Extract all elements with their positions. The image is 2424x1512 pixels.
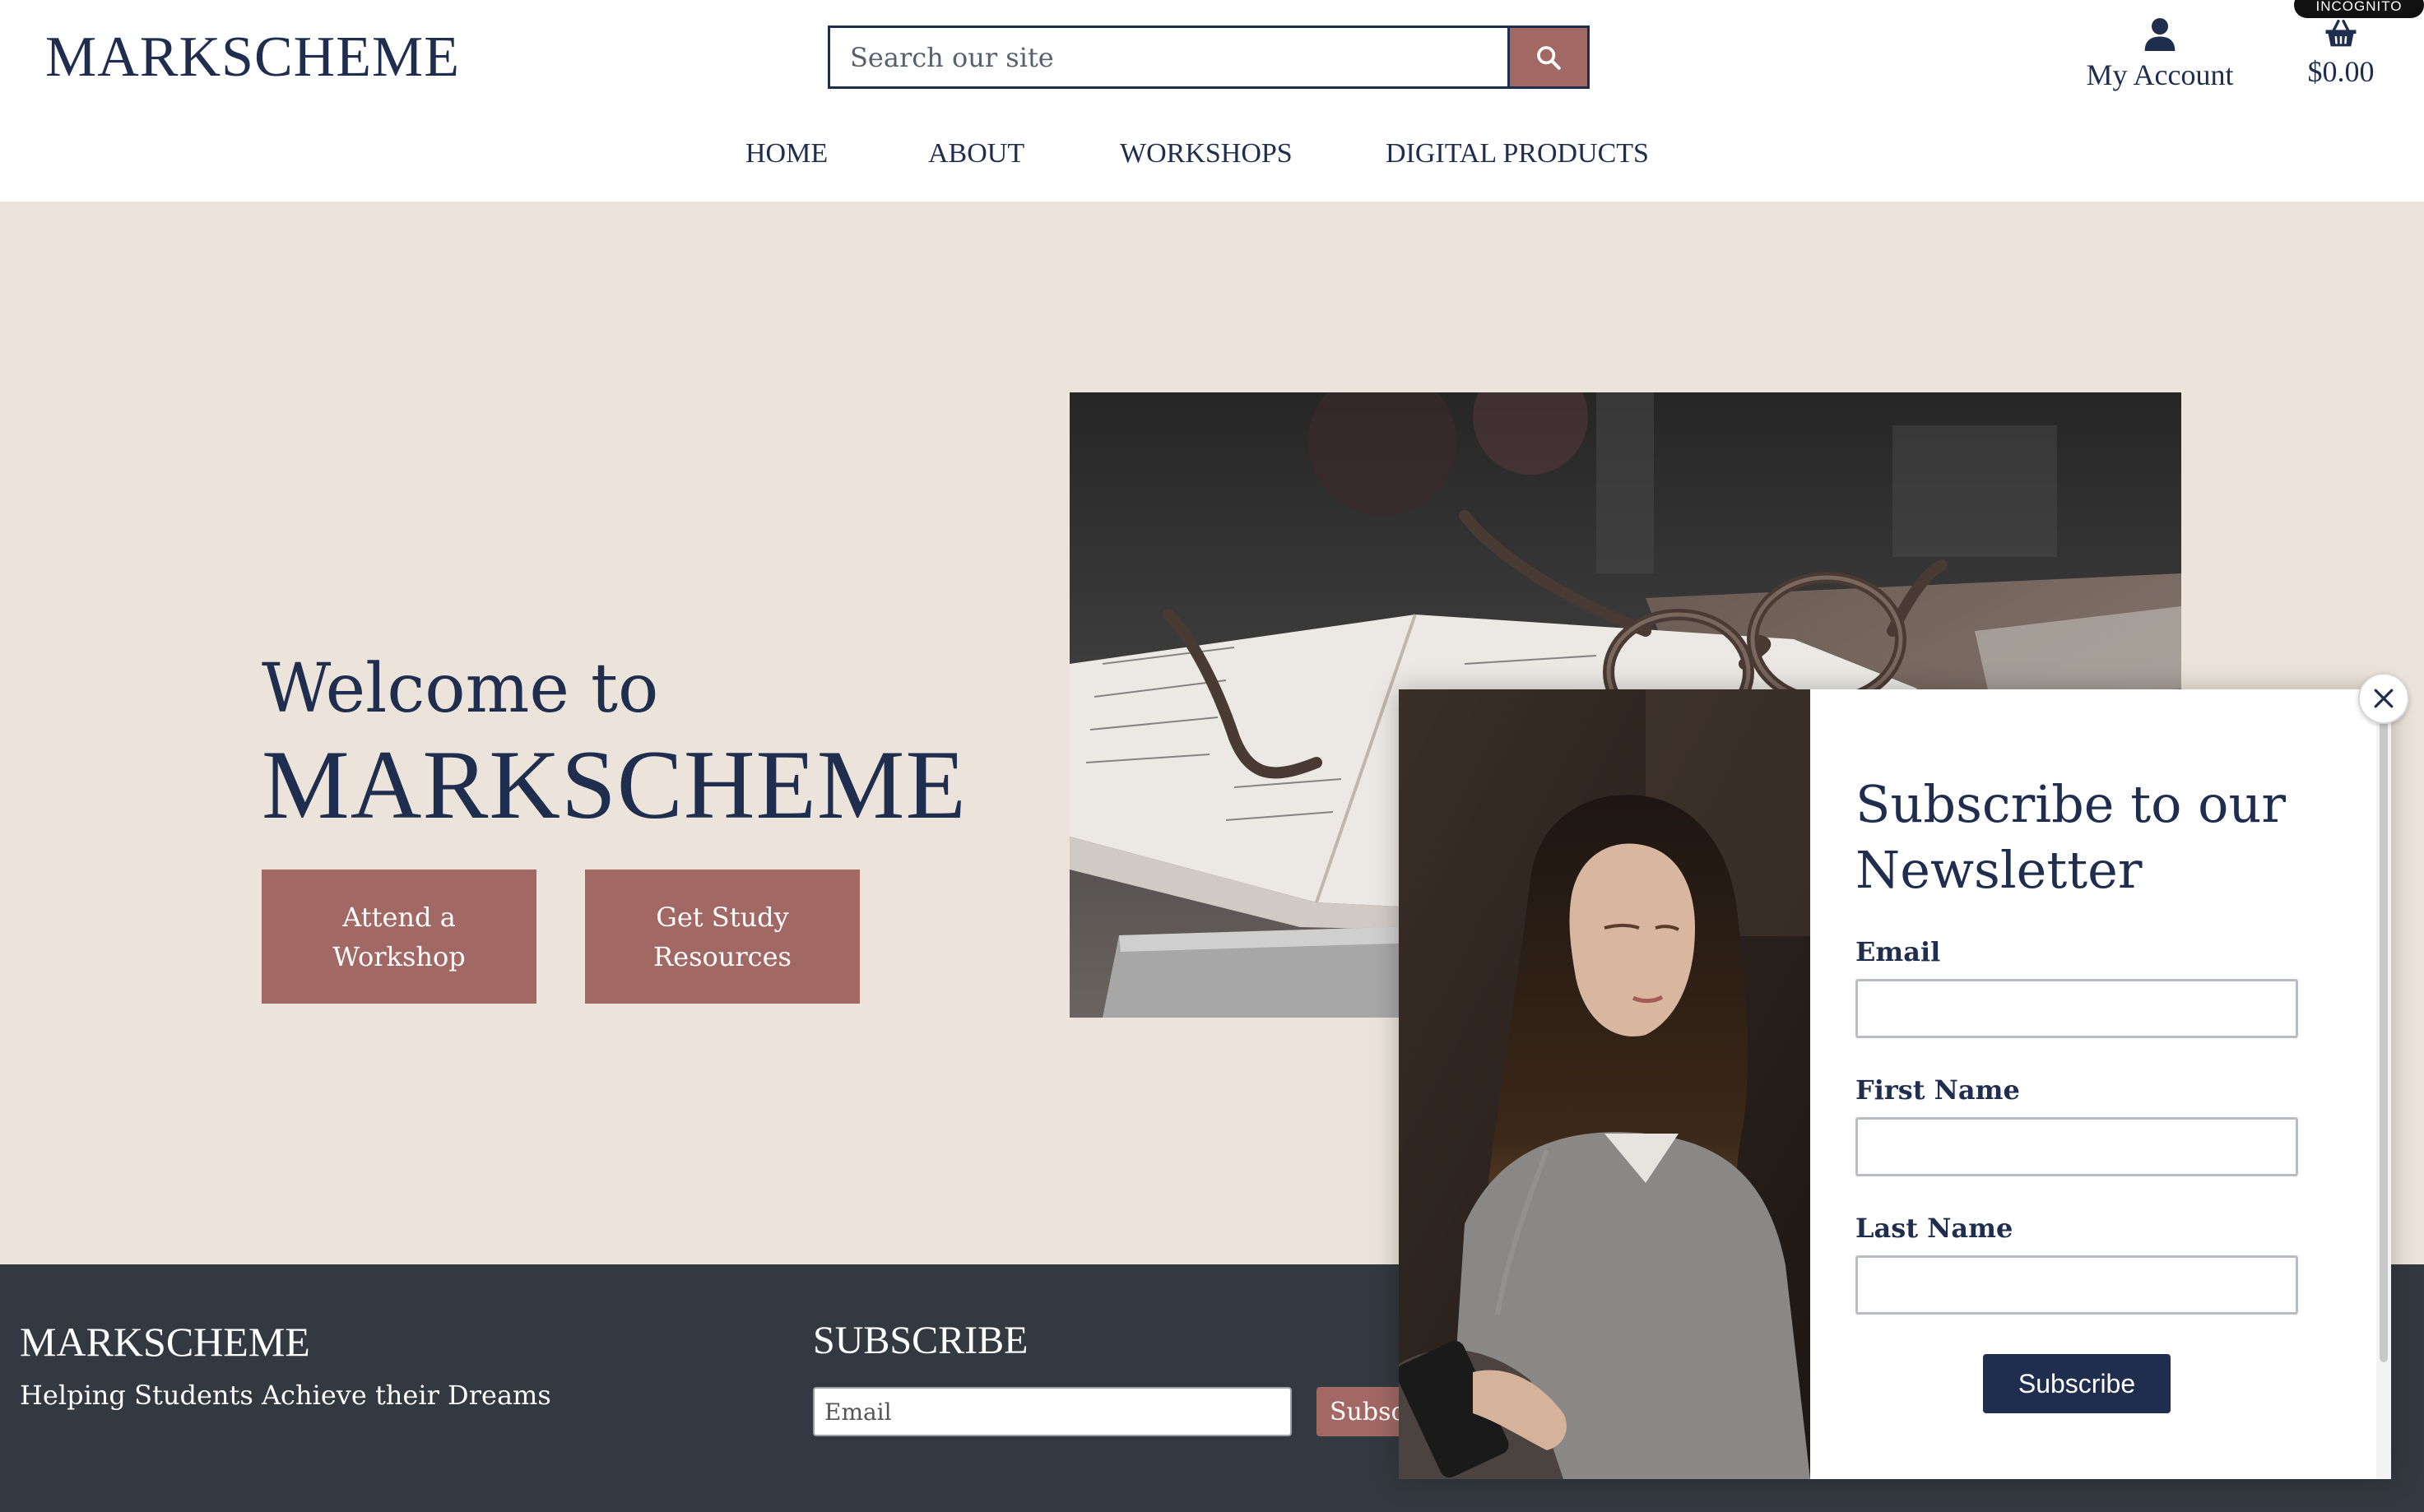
nav-item-workshops[interactable]: WORKSHOPS <box>1120 138 1293 169</box>
main-nav: HOME ABOUT WORKSHOPS DIGITAL PRODUCTS <box>0 138 2424 174</box>
popup-first-name-input[interactable] <box>1855 1117 2298 1176</box>
get-study-resources-label: Get Study Resources <box>653 901 792 972</box>
popup-close-button[interactable] <box>2358 673 2409 724</box>
popup-scrollbar-thumb[interactable] <box>2380 704 2388 1362</box>
hero-brand-title: MARKSCHEME <box>262 730 967 839</box>
email-label: Email <box>1855 936 1941 967</box>
nav-item-about[interactable]: ABOUT <box>928 138 1024 169</box>
footer-tagline: Helping Students Achieve their Dreams <box>20 1380 551 1411</box>
close-icon <box>2374 689 2394 708</box>
popup-subscribe-button[interactable]: Subscribe <box>1983 1354 2171 1413</box>
hero-welcome-text: Welcome to <box>262 650 659 728</box>
first-name-label: First Name <box>1855 1074 2020 1106</box>
newsletter-popup: Subscribe to our Newsletter Email First … <box>1399 689 2391 1479</box>
popup-image <box>1399 689 1810 1479</box>
site-logo[interactable]: MARKSCHEME <box>45 25 460 90</box>
popup-email-input[interactable] <box>1855 979 2298 1038</box>
popup-form: Subscribe to our Newsletter Email First … <box>1810 689 2376 1479</box>
cart-link[interactable]: $0.00 <box>2296 18 2386 89</box>
site-header: MARKSCHEME My Account $0.00 INCOGNITO <box>0 0 2424 202</box>
user-icon <box>2144 18 2176 51</box>
get-study-resources-button[interactable]: Get Study Resources <box>585 870 860 1004</box>
my-account-label: My Account <box>2086 58 2234 91</box>
search-bar <box>828 26 1590 89</box>
popup-last-name-input[interactable] <box>1855 1255 2298 1315</box>
footer-logo[interactable]: MARKSCHEME <box>20 1318 310 1366</box>
woman-with-phone-illustration <box>1399 689 1810 1479</box>
search-input[interactable] <box>830 28 1507 86</box>
incognito-badge: INCOGNITO <box>2294 0 2424 18</box>
popup-title: Subscribe to our Newsletter <box>1855 774 2287 900</box>
footer-email-input[interactable] <box>813 1387 1292 1436</box>
cart-total: $0.00 <box>2307 55 2375 88</box>
attend-workshop-label: Attend a Workshop <box>332 901 466 972</box>
my-account-link[interactable]: My Account <box>2073 16 2246 92</box>
last-name-label: Last Name <box>1855 1213 2013 1244</box>
footer-subscribe-title: SUBSCRIBE <box>813 1319 1029 1362</box>
popup-scrollbar[interactable] <box>2376 689 2391 1479</box>
nav-item-home[interactable]: HOME <box>745 138 828 169</box>
basket-icon <box>2325 19 2357 47</box>
attend-workshop-button[interactable]: Attend a Workshop <box>262 870 536 1004</box>
search-button[interactable] <box>1507 28 1587 86</box>
nav-item-digital-products[interactable]: DIGITAL PRODUCTS <box>1386 138 1649 169</box>
search-icon <box>1537 45 1561 70</box>
